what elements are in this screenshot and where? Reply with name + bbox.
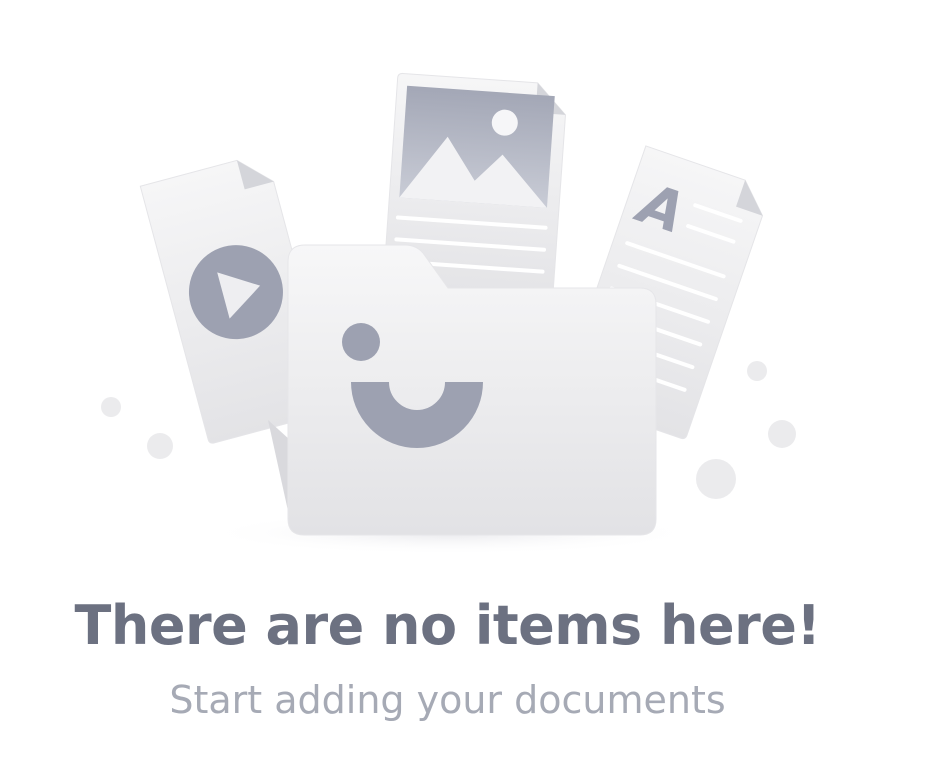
smiling-folder-icon (287, 244, 657, 536)
empty-state-subtitle: Start adding your documents (169, 678, 726, 722)
empty-state: A There are no items here! Start adding … (0, 0, 947, 769)
folder-eye (342, 323, 380, 361)
empty-state-title: There are no items here! (74, 594, 821, 657)
empty-folder-illustration: A (101, 72, 796, 555)
folder-back (268, 420, 290, 520)
